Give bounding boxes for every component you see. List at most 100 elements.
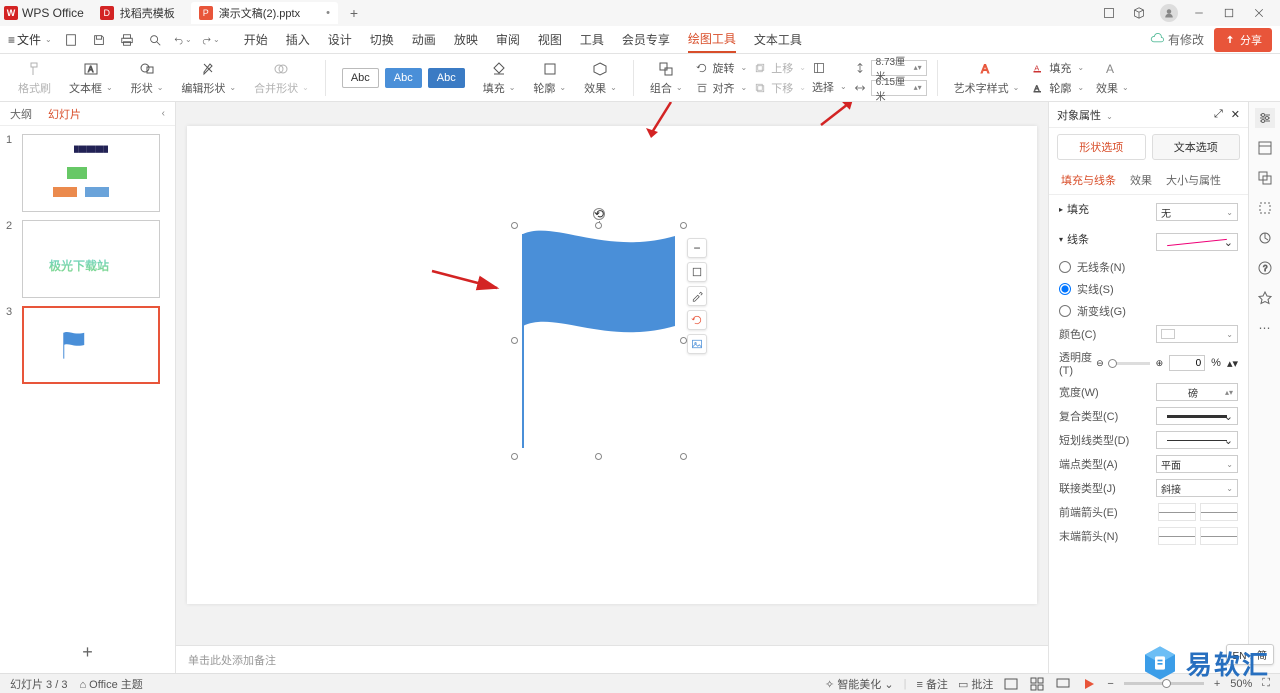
menu-start[interactable]: 开始 <box>244 27 268 52</box>
sel-handle-tr[interactable] <box>680 222 687 229</box>
pp-arrow-start-1[interactable] <box>1158 503 1196 521</box>
rs-layers-icon[interactable] <box>1255 168 1275 188</box>
zoom-minus[interactable]: − <box>1107 678 1113 690</box>
pp-radio-noline[interactable]: 无线条(N) <box>1059 259 1238 275</box>
sb-notes[interactable]: ≡ 备注 <box>916 676 947 692</box>
cloud-sync[interactable]: 有修改 <box>1150 31 1204 48</box>
rb-fill[interactable]: 填充⌄ <box>477 60 522 96</box>
pp-sec-line[interactable]: ▾线条 <box>1059 231 1089 247</box>
pp-line-style[interactable]: ⌄ <box>1156 233 1238 251</box>
menu-review[interactable]: 审阅 <box>496 27 520 52</box>
pp-join[interactable]: 斜接⌄ <box>1156 479 1238 497</box>
pp-radio-solid[interactable]: 实线(S) <box>1059 281 1238 297</box>
rb-effects[interactable]: 效果⌄ <box>578 60 623 96</box>
rb-outline[interactable]: 轮廓⌄ <box>527 60 572 96</box>
thumb-2[interactable]: 极光下载站 <box>22 220 160 298</box>
rb-down[interactable]: 下移⌄ <box>753 80 806 96</box>
pp-sub-effects[interactable]: 效果 <box>1130 170 1152 190</box>
pp-arrow-start-2[interactable] <box>1200 503 1238 521</box>
selection-box[interactable]: ⟲ − <box>515 226 683 456</box>
rb-merge-shapes[interactable]: 合并形状⌄ <box>248 60 315 96</box>
style-chip-1[interactable]: Abc <box>342 68 379 88</box>
save-icon[interactable] <box>90 31 108 49</box>
view-normal-icon[interactable] <box>1003 676 1019 692</box>
tab-template[interactable]: D 找稻壳模板 <box>92 2 183 24</box>
pp-arrow-end-1[interactable] <box>1158 527 1196 545</box>
rs-template-icon[interactable] <box>1255 138 1275 158</box>
rs-star-icon[interactable] <box>1255 288 1275 308</box>
new-icon[interactable] <box>62 31 80 49</box>
undo-icon[interactable]: ⌄ <box>174 31 192 49</box>
pp-dash[interactable]: ⌄ <box>1156 431 1238 449</box>
sp-tab-outline[interactable]: 大纲 <box>10 106 32 122</box>
ft-minus[interactable]: − <box>687 238 707 258</box>
view-reading-icon[interactable] <box>1055 676 1071 692</box>
pp-fill-select[interactable]: 无⌄ <box>1156 203 1238 221</box>
rb-outline2[interactable]: A轮廓⌄ <box>1031 80 1084 96</box>
rb-effects2[interactable]: A效果⌄ <box>1090 60 1135 96</box>
pp-cap[interactable]: 平面⌄ <box>1156 455 1238 473</box>
rb-wordart[interactable]: A艺术字样式⌄ <box>948 60 1026 96</box>
props-pin[interactable]: ⤢ <box>1214 108 1223 121</box>
pp-radio-grad[interactable]: 渐变线(G) <box>1059 303 1238 319</box>
win-box-icon[interactable] <box>1100 4 1118 22</box>
pp-arrow-end-2[interactable] <box>1200 527 1238 545</box>
sel-handle-tl[interactable] <box>511 222 518 229</box>
sel-handle-mr[interactable] <box>680 337 687 344</box>
sel-handle-bc[interactable] <box>595 453 602 460</box>
rs-help-icon[interactable]: ? <box>1255 258 1275 278</box>
rb-shape[interactable]: 形状⌄ <box>125 60 170 96</box>
pp-tab-shape[interactable]: 形状选项 <box>1057 134 1146 160</box>
view-sorter-icon[interactable] <box>1029 676 1045 692</box>
sb-comments[interactable]: ▭ 批注 <box>958 676 993 692</box>
rb-group-btn[interactable]: 组合⌄ <box>644 60 689 96</box>
rb-fill2[interactable]: A填充⌄ <box>1031 60 1084 76</box>
thumb-3[interactable] <box>22 306 160 384</box>
tab-document[interactable]: P 演示文稿(2).pptx • <box>191 2 338 24</box>
menu-member[interactable]: 会员专享 <box>622 27 670 52</box>
rb-up[interactable]: 上移⌄ <box>753 60 806 76</box>
minimize-icon[interactable] <box>1190 4 1208 22</box>
sel-handle-tc[interactable] <box>595 222 602 229</box>
share-button[interactable]: 分享 <box>1214 28 1272 52</box>
rb-edit-shape[interactable]: 编辑形状⌄ <box>175 60 242 96</box>
preview-icon[interactable] <box>146 31 164 49</box>
pp-compound[interactable]: ⌄ <box>1156 407 1238 425</box>
sel-handle-ml[interactable] <box>511 337 518 344</box>
sp-collapse[interactable]: ‹ <box>162 108 165 119</box>
ft-rect-icon[interactable] <box>687 262 707 282</box>
sp-tab-slides[interactable]: 幻灯片 <box>48 106 81 122</box>
pp-opacity[interactable]: ⊖⊕ %▴▾ <box>1096 355 1238 371</box>
avatar-icon[interactable] <box>1160 4 1178 22</box>
menu-insert[interactable]: 插入 <box>286 27 310 52</box>
view-slideshow-icon[interactable] <box>1081 676 1097 692</box>
rb-select-pane[interactable] <box>812 61 847 75</box>
ft-eyedropper-icon[interactable] <box>687 286 707 306</box>
pp-sub-size[interactable]: 大小与属性 <box>1166 170 1221 190</box>
menu-design[interactable]: 设计 <box>328 27 352 52</box>
pp-sub-fillline[interactable]: 填充与线条 <box>1061 170 1116 190</box>
hamburger-icon[interactable]: ≡ 文件 ⌄ <box>8 31 52 48</box>
menu-view[interactable]: 视图 <box>538 27 562 52</box>
rb-select[interactable]: 选择⌄ <box>812 79 847 95</box>
redo-icon[interactable]: ⌄ <box>202 31 220 49</box>
menu-drawing-tools[interactable]: 绘图工具 <box>688 26 736 53</box>
rb-format-painter[interactable]: 格式刷 <box>12 60 57 96</box>
close-icon[interactable] <box>1250 4 1268 22</box>
sb-beautify[interactable]: ✧ 智能美化 ⌄ <box>825 676 894 692</box>
add-slide[interactable]: + <box>0 632 175 673</box>
sb-theme[interactable]: ⌂ Office 主题 <box>79 676 142 692</box>
menu-slideshow[interactable]: 放映 <box>454 27 478 52</box>
props-close[interactable]: ✕ <box>1231 108 1240 121</box>
pp-tab-text[interactable]: 文本选项 <box>1152 134 1241 160</box>
flag-shape[interactable] <box>515 226 683 456</box>
ft-image-icon[interactable] <box>687 334 707 354</box>
menu-animation[interactable]: 动画 <box>412 27 436 52</box>
style-chip-3[interactable]: Abc <box>428 68 465 88</box>
style-chip-2[interactable]: Abc <box>385 68 422 88</box>
pp-color[interactable]: ⌄ <box>1156 325 1238 343</box>
rs-more-icon[interactable]: ⋯ <box>1255 318 1275 338</box>
win-cube-icon[interactable] <box>1130 4 1148 22</box>
rb-rotate[interactable]: 旋转⌄ <box>695 60 748 76</box>
rb-align[interactable]: 对齐⌄ <box>695 80 748 96</box>
